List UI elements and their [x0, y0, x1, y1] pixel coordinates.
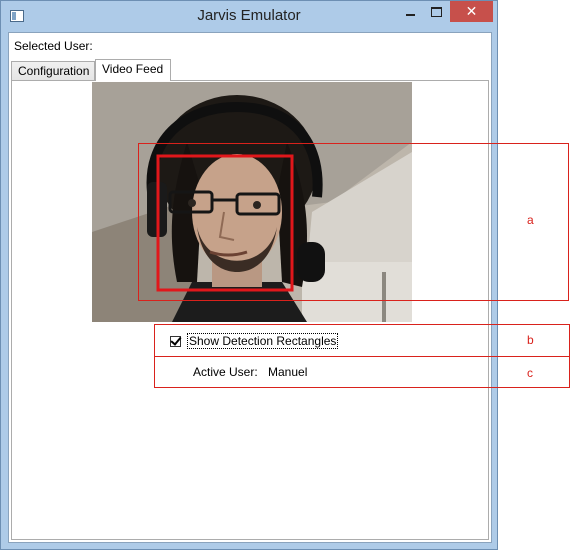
minimize-icon: [405, 13, 415, 16]
annotation-label-a: a: [527, 213, 534, 227]
tab-configuration[interactable]: Configuration: [11, 61, 95, 80]
close-icon: ✕: [465, 3, 478, 19]
minimize-button[interactable]: [397, 1, 423, 22]
annotation-box-a: [138, 143, 569, 301]
title-bar[interactable]: Jarvis Emulator ✕: [1, 1, 497, 32]
tab-video-feed[interactable]: Video Feed: [95, 59, 171, 81]
annotation-label-b: b: [527, 333, 534, 347]
annotation-box-c: [154, 356, 570, 388]
selected-user-label: Selected User:: [14, 39, 93, 53]
maximize-button[interactable]: [423, 1, 449, 22]
annotation-label-c: c: [527, 366, 533, 380]
close-button[interactable]: ✕: [450, 1, 493, 22]
maximize-icon: [430, 6, 442, 17]
annotation-box-b: [154, 324, 570, 357]
